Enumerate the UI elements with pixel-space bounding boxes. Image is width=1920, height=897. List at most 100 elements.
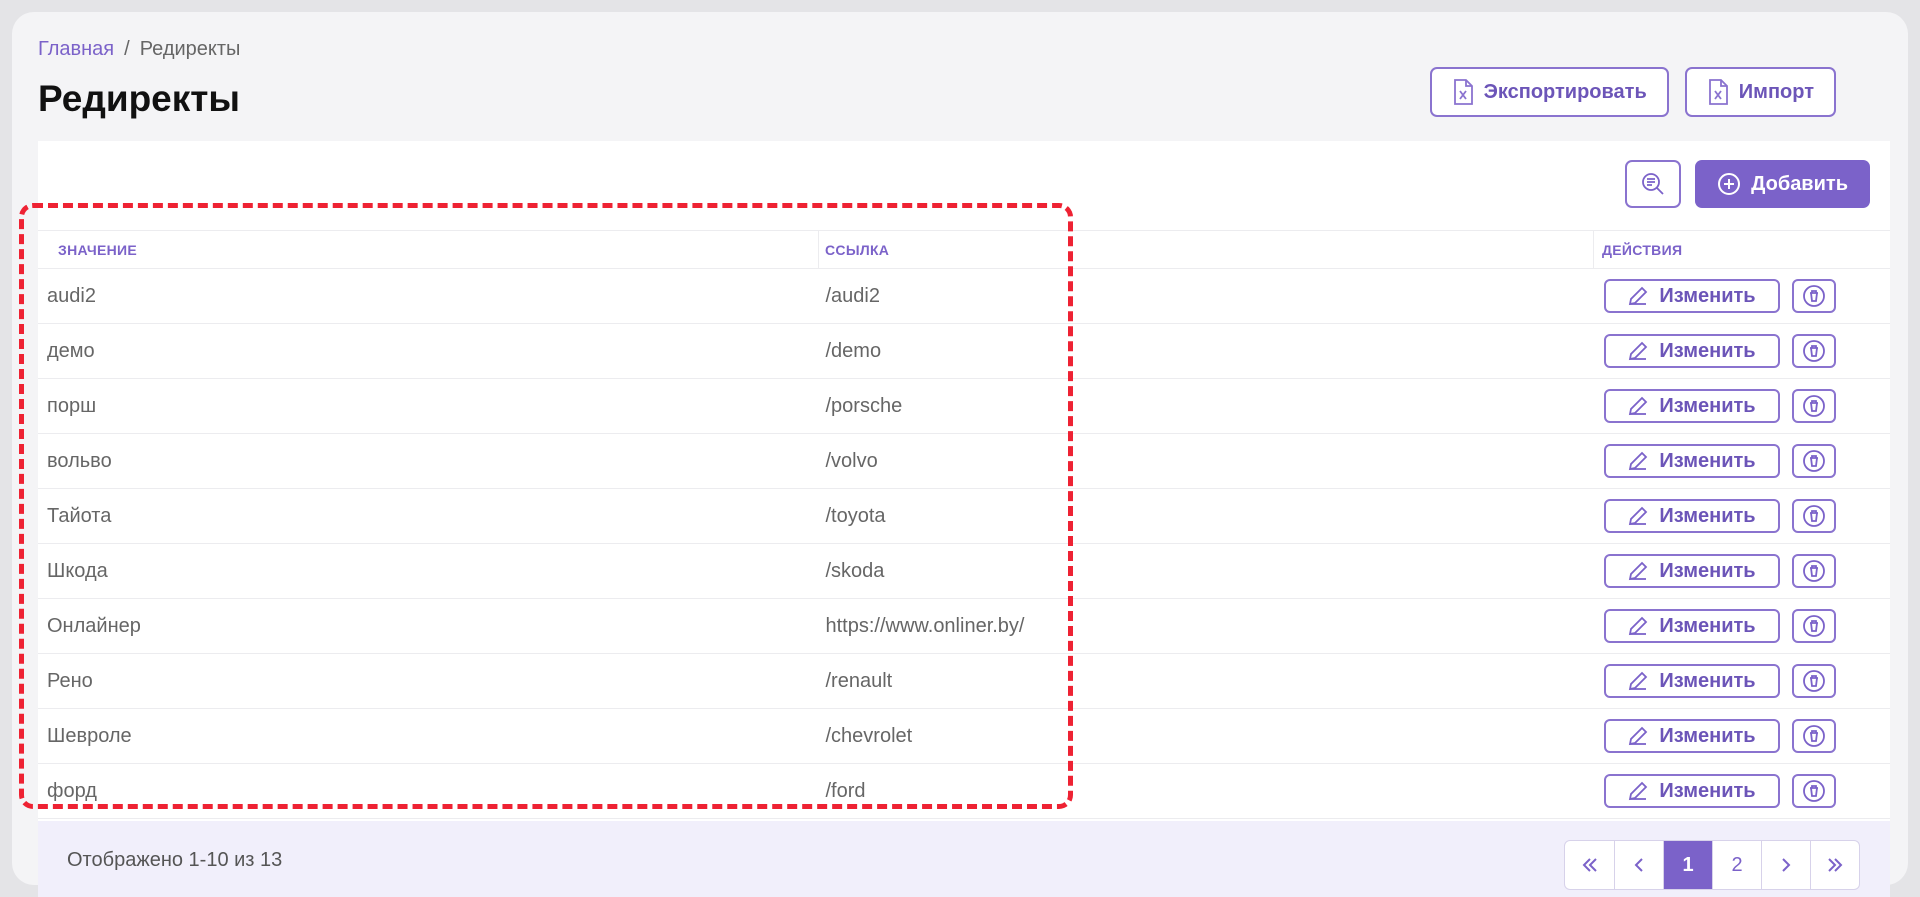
- cell-link: /porsche: [818, 378, 1594, 434]
- excel-file-icon: [1453, 79, 1473, 105]
- export-button-label: Экспортировать: [1483, 80, 1647, 103]
- row-actions: Изменить: [1603, 609, 1882, 643]
- cell-link: /audi2: [818, 268, 1594, 324]
- export-button[interactable]: Экспортировать: [1429, 67, 1669, 117]
- delete-button[interactable]: [1791, 499, 1836, 533]
- table-row: Рено /renault Изменить: [38, 653, 1890, 709]
- plus-circle-icon: [1718, 173, 1741, 195]
- cell-actions: Изменить: [1593, 268, 1890, 324]
- page-title: Редиректы: [38, 78, 240, 119]
- delete-button[interactable]: [1791, 664, 1836, 698]
- first-page-button[interactable]: [1565, 841, 1614, 889]
- trash-icon: [1802, 450, 1825, 472]
- edit-button[interactable]: Изменить: [1603, 609, 1780, 643]
- row-actions: Изменить: [1603, 554, 1882, 588]
- column-header-value[interactable]: ЗНАЧЕНИЕ: [38, 230, 819, 269]
- cell-link: https://www.onliner.by/: [818, 598, 1594, 654]
- row-actions: Изменить: [1603, 444, 1882, 478]
- trash-icon: [1802, 670, 1825, 692]
- row-actions: Изменить: [1603, 334, 1882, 368]
- row-actions: Изменить: [1603, 279, 1882, 313]
- last-page-button[interactable]: [1810, 841, 1859, 889]
- trash-icon: [1802, 505, 1825, 527]
- search-list-icon: [1642, 173, 1664, 195]
- prev-page-button[interactable]: [1614, 841, 1663, 889]
- edit-button[interactable]: Изменить: [1603, 279, 1780, 313]
- breadcrumb-separator: /: [124, 38, 130, 60]
- delete-button[interactable]: [1791, 389, 1836, 423]
- delete-button[interactable]: [1791, 279, 1836, 313]
- cell-value: Рено: [38, 653, 819, 709]
- filter-button[interactable]: [1625, 160, 1682, 208]
- cell-value: форд: [38, 763, 819, 819]
- chevrons-right-icon: [1828, 858, 1843, 872]
- edit-button-label: Изменить: [1659, 449, 1756, 472]
- edit-button[interactable]: Изменить: [1603, 664, 1780, 698]
- edit-button-label: Изменить: [1659, 394, 1756, 417]
- trash-icon: [1802, 395, 1825, 417]
- delete-button[interactable]: [1791, 554, 1836, 588]
- header-actions: Экспортировать Импорт: [1429, 67, 1836, 117]
- chevron-right-icon: [1782, 858, 1791, 872]
- edit-button[interactable]: Изменить: [1603, 774, 1780, 808]
- delete-button[interactable]: [1791, 609, 1836, 643]
- pagination: 1 2: [1564, 840, 1860, 890]
- page-button-2[interactable]: 2: [1712, 841, 1761, 889]
- page-button-1[interactable]: 1: [1663, 841, 1712, 889]
- delete-button[interactable]: [1791, 719, 1836, 753]
- table-row: Тайота /toyota Изменить: [38, 488, 1890, 544]
- table-body: audi2 /audi2 Изменить демо /demo Изменит…: [38, 268, 1890, 819]
- delete-button[interactable]: [1791, 774, 1836, 808]
- trash-icon: [1802, 285, 1825, 307]
- cell-actions: Изменить: [1593, 653, 1890, 709]
- table-row: форд /ford Изменить: [38, 763, 1890, 819]
- import-button-label: Импорт: [1738, 80, 1814, 103]
- cell-value: Тайота: [38, 488, 819, 544]
- edit-button-label: Изменить: [1659, 614, 1756, 637]
- cell-actions: Изменить: [1593, 708, 1890, 764]
- edit-button[interactable]: Изменить: [1603, 334, 1780, 368]
- app-frame: Главная / Редиректы Редиректы Экспортиро…: [12, 12, 1908, 897]
- table-row: вольво /volvo Изменить: [38, 433, 1890, 489]
- column-header-actions: ДЕЙСТВИЯ: [1593, 230, 1890, 269]
- table-row: Шевроле /chevrolet Изменить: [38, 708, 1890, 764]
- cell-actions: Изменить: [1593, 433, 1890, 489]
- next-page-button[interactable]: [1761, 841, 1810, 889]
- chevron-left-icon: [1634, 858, 1643, 872]
- cell-actions: Изменить: [1593, 323, 1890, 379]
- cell-actions: Изменить: [1593, 763, 1890, 819]
- cell-actions: Изменить: [1593, 378, 1890, 434]
- cell-value: демо: [38, 323, 819, 379]
- cell-value: Шкода: [38, 543, 819, 599]
- cell-actions: Изменить: [1593, 488, 1890, 544]
- edit-button[interactable]: Изменить: [1603, 389, 1780, 423]
- cell-value: Онлайнер: [38, 598, 819, 654]
- table-header-row: ЗНАЧЕНИЕ ССЫЛКА ДЕЙСТВИЯ: [38, 230, 1890, 269]
- edit-button[interactable]: Изменить: [1603, 554, 1780, 588]
- column-header-link[interactable]: ССЫЛКА: [818, 230, 1594, 269]
- row-actions: Изменить: [1603, 664, 1882, 698]
- delete-button[interactable]: [1791, 444, 1836, 478]
- breadcrumb-home-link[interactable]: Главная: [38, 38, 114, 61]
- edit-button[interactable]: Изменить: [1603, 444, 1780, 478]
- redirects-table: ЗНАЧЕНИЕ ССЫЛКА ДЕЙСТВИЯ audi2 /audi2 Из…: [38, 230, 1890, 819]
- cell-link: /ford: [818, 763, 1594, 819]
- delete-button[interactable]: [1791, 334, 1836, 368]
- edit-button-label: Изменить: [1659, 559, 1756, 582]
- edit-button-label: Изменить: [1659, 779, 1756, 802]
- edit-button-label: Изменить: [1659, 669, 1756, 692]
- edit-button[interactable]: Изменить: [1603, 499, 1780, 533]
- add-button[interactable]: Добавить: [1695, 160, 1870, 208]
- pencil-icon: [1629, 726, 1648, 746]
- pencil-icon: [1629, 561, 1648, 581]
- pagination-summary: Отображено 1-10 из 13: [67, 849, 283, 871]
- pencil-icon: [1629, 616, 1648, 636]
- edit-button-label: Изменить: [1659, 504, 1756, 527]
- cell-link: /skoda: [818, 543, 1594, 599]
- add-button-label: Добавить: [1751, 172, 1848, 195]
- import-button[interactable]: Импорт: [1684, 67, 1836, 117]
- pencil-icon: [1629, 506, 1648, 526]
- edit-button[interactable]: Изменить: [1603, 719, 1780, 753]
- breadcrumb: Главная / Редиректы: [38, 38, 240, 61]
- trash-icon: [1802, 725, 1825, 747]
